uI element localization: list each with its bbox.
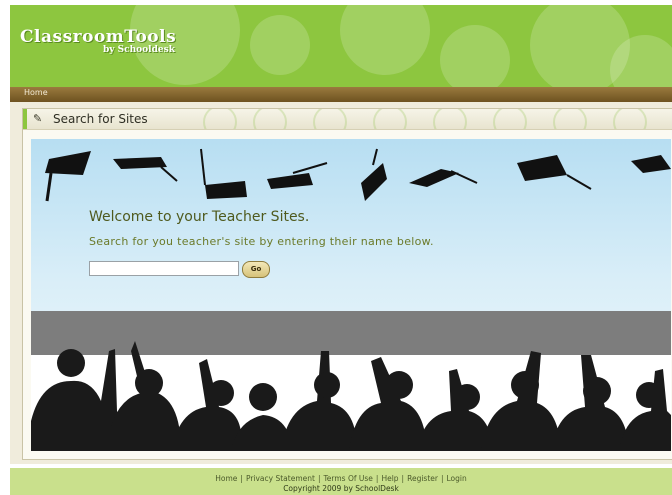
header-swirl (313, 109, 347, 129)
header-swirl (613, 109, 647, 129)
header-decoration (440, 25, 510, 87)
site-logo-tagline: by Schooldesk (103, 45, 175, 55)
footer-link-terms[interactable]: Terms Of Use (323, 474, 372, 483)
footer-separator: | (440, 474, 444, 483)
search-panel: ✎ Search for Sites Welcome to your Teach… (22, 108, 672, 460)
search-instructions: Search for you teacher's site by enterin… (89, 235, 434, 248)
footer-link-privacy[interactable]: Privacy Statement (246, 474, 315, 483)
header-swirl (493, 109, 527, 129)
header-swirl (553, 109, 587, 129)
graduates-silhouette-icon (31, 341, 671, 451)
nav-home-link[interactable]: Home (24, 88, 48, 97)
welcome-banner: Welcome to your Teacher Sites. Search fo… (31, 139, 671, 451)
header-swirl (373, 109, 407, 129)
header-decoration (340, 5, 430, 75)
panel-accent (23, 109, 27, 129)
header-swirl (253, 109, 287, 129)
teacher-search-input[interactable] (89, 261, 239, 276)
header-swirl (203, 109, 237, 129)
main-content: ✎ Search for Sites Welcome to your Teach… (10, 102, 672, 464)
site-header: ClassroomTools by Schooldesk (10, 5, 672, 87)
pencil-icon: ✎ (33, 112, 43, 125)
header-decoration (250, 15, 310, 75)
header-swirl (433, 109, 467, 129)
go-button[interactable]: Go (242, 261, 270, 278)
footer-separator: | (401, 474, 405, 483)
footer-link-home[interactable]: Home (215, 474, 237, 483)
footer-link-login[interactable]: Login (447, 474, 467, 483)
panel-title: Search for Sites (53, 112, 148, 126)
welcome-heading: Welcome to your Teacher Sites. (89, 209, 310, 225)
footer-link-help[interactable]: Help (381, 474, 398, 483)
footer-links: Home | Privacy Statement | Terms Of Use | Help… (10, 474, 672, 483)
graduation-caps-icon (45, 148, 671, 202)
nav-bar: Home (10, 87, 672, 102)
site-logo[interactable]: ClassroomTools (20, 27, 176, 47)
copyright-text: Copyright 2009 by SchoolDesk (283, 484, 399, 493)
panel-header: ✎ Search for Sites (23, 109, 672, 130)
site-footer: Home | Privacy Statement | Terms Of Use | Help… (10, 468, 672, 495)
footer-separator: | (240, 474, 243, 483)
footer-link-register[interactable]: Register (407, 474, 438, 483)
